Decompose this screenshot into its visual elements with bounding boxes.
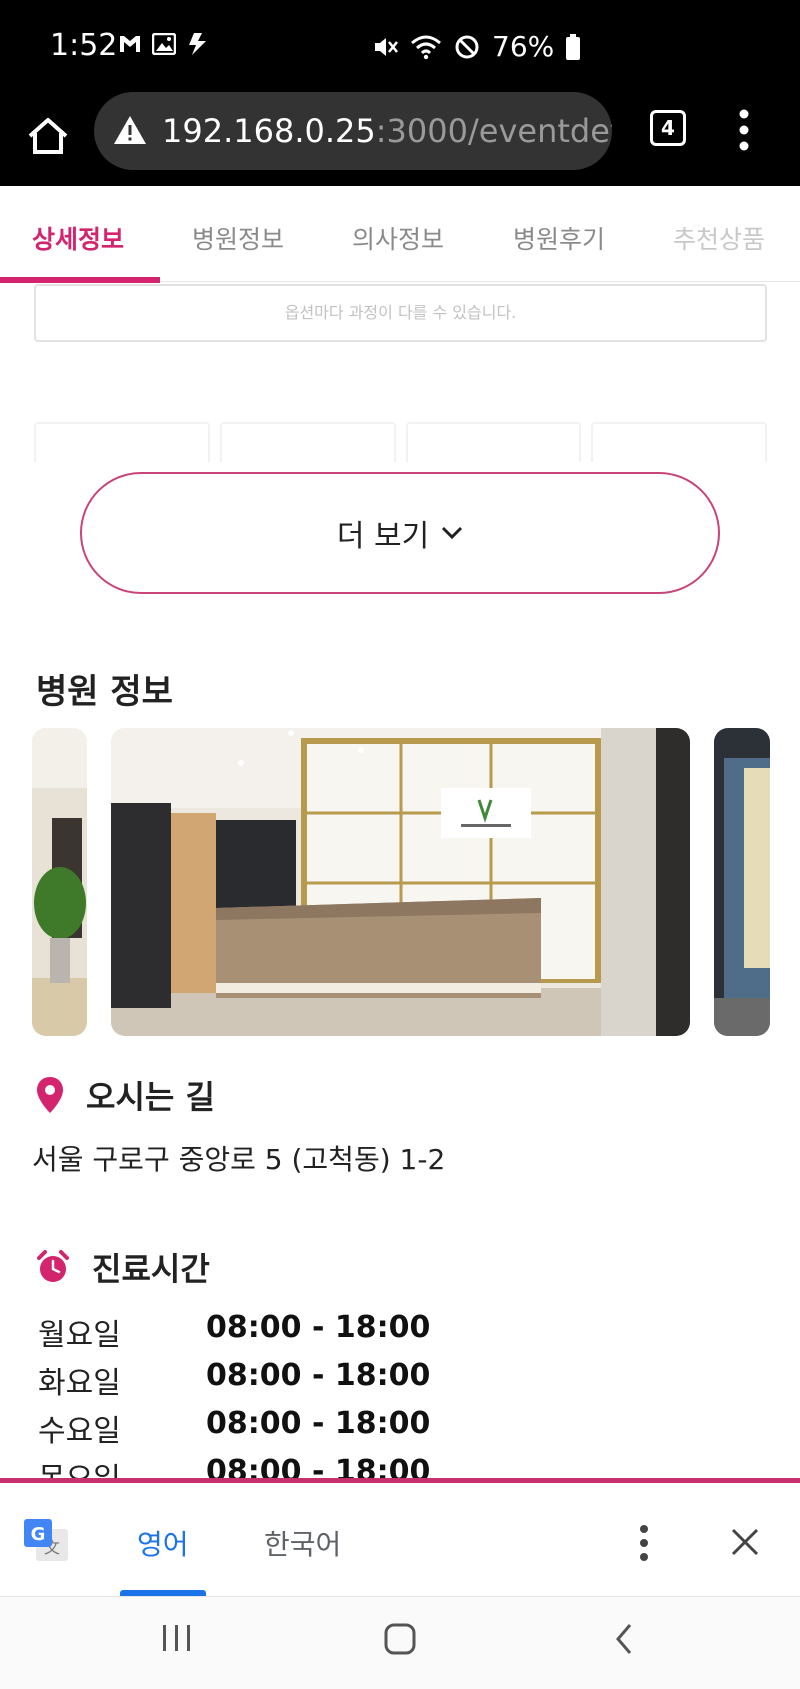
location-pin-icon — [37, 1077, 63, 1113]
battery-icon — [566, 33, 581, 60]
do-not-disturb-icon — [455, 35, 479, 58]
hospital-info-title: 병원 정보 — [36, 672, 173, 712]
tab-switcher-button[interactable]: 4 — [650, 110, 686, 146]
see-more-label: 더 보기 — [336, 519, 430, 554]
back-icon[interactable] — [614, 1623, 634, 1655]
hours-row: 화요일 08:00 - 18:00 — [38, 1358, 431, 1401]
tab-detail-info[interactable]: 상세정보 — [32, 220, 124, 256]
status-time: 1:52 — [50, 28, 118, 63]
hours-day: 월요일 — [38, 1318, 121, 1353]
home-icon[interactable] — [26, 114, 70, 158]
hospital-photo-prev[interactable] — [32, 728, 87, 1036]
hours-time: 08:00 - 18:00 — [206, 1310, 431, 1345]
hospital-address: 서울 구로구 중앙로 5 (고척동) 1-2 — [32, 1143, 446, 1176]
system-nav-bar — [0, 1596, 800, 1689]
hours-day: 화요일 — [38, 1366, 121, 1401]
hours-row: 수요일 08:00 - 18:00 — [38, 1406, 431, 1449]
option-cards — [34, 422, 767, 462]
see-more-button[interactable]: 더 보기 — [80, 472, 720, 594]
option-card[interactable] — [591, 422, 767, 462]
option-card[interactable] — [405, 422, 582, 462]
hours-header: 진료시간 — [36, 1244, 210, 1290]
translate-lang-korean[interactable]: 한국어 — [264, 1523, 341, 1563]
battery-level: 76% — [492, 30, 555, 63]
system-icons: 76% — [372, 30, 581, 63]
browser-menu-icon[interactable] — [738, 108, 750, 152]
wifi-icon — [411, 35, 441, 59]
alarm-clock-icon — [37, 1250, 69, 1282]
active-tab-indicator — [0, 277, 160, 283]
tab-doctor-info[interactable]: 의사정보 — [352, 220, 444, 256]
address-bar[interactable]: 192.168.0.25:3000/eventdeta — [94, 92, 612, 170]
option-card[interactable] — [219, 422, 396, 462]
hours-row: 목요일 08:00 - 18:00 — [38, 1454, 430, 1480]
app-icon — [189, 33, 206, 55]
close-icon[interactable] — [730, 1527, 760, 1557]
mute-icon — [375, 37, 398, 56]
url-text: 192.168.0.25:3000/eventdeta — [162, 112, 612, 150]
chevron-down-icon — [442, 526, 463, 540]
hours-day: 목요일 — [38, 1462, 121, 1480]
google-translate-icon[interactable]: 文 G — [24, 1519, 70, 1563]
status-bar: 1:52 76% — [0, 0, 800, 92]
gallery-icon — [152, 33, 176, 55]
hours-time: 08:00 - 18:00 — [206, 1454, 431, 1480]
tab-hospital-info[interactable]: 병원정보 — [192, 220, 284, 256]
gmail-icon — [120, 36, 140, 52]
translate-bar: 文 G 영어 한국어 — [0, 1478, 800, 1596]
browser-toolbar: 192.168.0.25:3000/eventdeta 4 — [0, 92, 800, 186]
directions-header: 오시는 길 — [36, 1072, 215, 1118]
translate-lang-english[interactable]: 영어 — [137, 1523, 189, 1563]
options-note: 옵션마다 과정이 다를 수 있습니다. — [34, 284, 767, 342]
home-nav-icon[interactable] — [384, 1623, 416, 1655]
hours-time: 08:00 - 18:00 — [206, 1358, 431, 1393]
notification-icons — [118, 31, 210, 57]
recent-apps-icon[interactable] — [160, 1623, 194, 1653]
option-card[interactable] — [34, 422, 210, 462]
hours-table: 월요일 08:00 - 18:00 화요일 08:00 - 18:00 수요일 … — [38, 1310, 638, 1480]
url-host: 192.168.0.25 — [162, 112, 376, 150]
warning-icon[interactable] — [112, 114, 148, 146]
hospital-lobby-photo[interactable] — [111, 728, 690, 1036]
tab-recommended-products[interactable]: 추천상품 — [673, 220, 765, 256]
url-path: :3000/eventdeta — [375, 112, 612, 150]
hours-day: 수요일 — [38, 1414, 121, 1449]
detail-tabs: 상세정보 병원정보 의사정보 병원후기 추천상품 — [0, 186, 800, 283]
svg-text:G: G — [31, 1524, 46, 1545]
tab-hospital-reviews[interactable]: 병원후기 — [513, 220, 605, 256]
translate-more-icon[interactable] — [638, 1523, 650, 1563]
hours-row: 월요일 08:00 - 18:00 — [38, 1310, 431, 1353]
hours-label: 진료시간 — [92, 1250, 210, 1288]
directions-label: 오시는 길 — [86, 1078, 215, 1116]
hospital-photo-carousel[interactable] — [0, 728, 800, 1036]
hours-time: 08:00 - 18:00 — [206, 1406, 431, 1441]
hospital-photo-next[interactable] — [714, 728, 770, 1036]
